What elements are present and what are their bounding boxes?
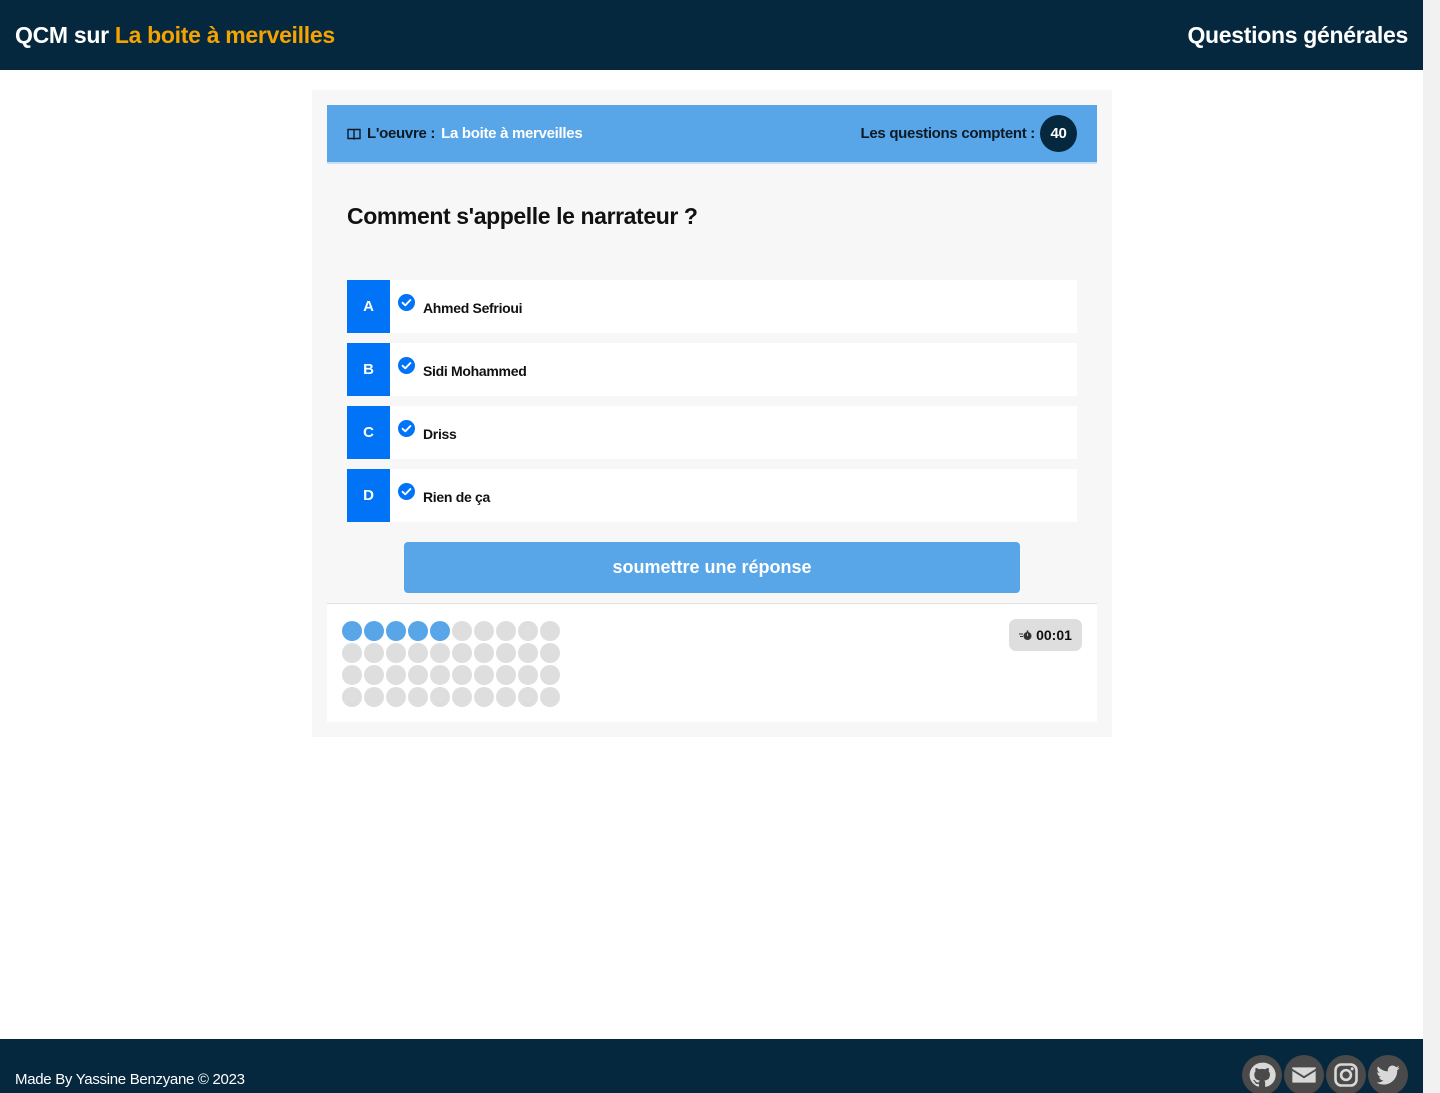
progress-dot	[342, 621, 362, 641]
progress-dot	[474, 687, 494, 707]
brand-prefix: QCM sur	[15, 21, 109, 48]
progress-dot	[408, 643, 428, 663]
page-footer: Made By Yassine Benzyane © 2023	[0, 1039, 1423, 1093]
progress-dot	[408, 665, 428, 685]
instagram-icon	[1334, 1063, 1358, 1087]
timer-value: 00:01	[1036, 627, 1072, 643]
progress-dot	[474, 665, 494, 685]
progress-dot	[386, 687, 406, 707]
answer-option-d[interactable]: D Rien de ça	[347, 469, 1077, 522]
progress-dot	[364, 665, 384, 685]
progress-dot	[364, 621, 384, 641]
check-circle-icon	[398, 420, 415, 437]
progress-dot	[430, 665, 450, 685]
progress-dot	[518, 665, 538, 685]
quiz-card: L'oeuvre : La boite à merveilles Les que…	[312, 90, 1112, 737]
progress-dot	[496, 665, 516, 685]
twitter-icon	[1376, 1065, 1400, 1085]
progress-dot	[452, 621, 472, 641]
count-label: Les questions comptent :	[860, 125, 1036, 142]
answer-text: Driss	[423, 426, 457, 442]
submit-answer-button[interactable]: soumettre une réponse	[404, 542, 1020, 593]
progress-dot	[408, 621, 428, 641]
twitter-link[interactable]	[1368, 1055, 1408, 1093]
check-circle-icon	[398, 357, 415, 374]
progress-dot	[496, 687, 516, 707]
answer-letter: D	[347, 469, 390, 522]
brand-title[interactable]: QCM sur La boite à merveilles	[15, 22, 335, 49]
github-icon	[1249, 1062, 1276, 1087]
social-links	[1242, 1055, 1408, 1093]
progress-dot	[540, 665, 560, 685]
progress-dot	[342, 643, 362, 663]
progress-dot	[540, 643, 560, 663]
scrollbar-track[interactable]	[1423, 0, 1440, 1093]
progress-dot	[518, 643, 538, 663]
brand-work: La boite à merveilles	[114, 21, 335, 48]
check-circle-icon	[398, 294, 415, 311]
timer: 00:01	[1009, 619, 1082, 651]
progress-dot	[342, 665, 362, 685]
progress-dot	[540, 687, 560, 707]
answer-letter: A	[347, 280, 390, 333]
progress-dot	[430, 621, 450, 641]
question-text: Comment s'appelle le narrateur ?	[347, 203, 698, 229]
progress-dot	[452, 665, 472, 685]
answer-text: Ahmed Sefrioui	[423, 300, 523, 316]
answer-option-b[interactable]: B Sidi Mohammed	[347, 343, 1077, 396]
top-header: QCM sur La boite à merveilles Questions …	[0, 0, 1423, 70]
footer-credit: Made By Yassine Benzyane © 2023	[15, 1071, 245, 1088]
instagram-link[interactable]	[1326, 1055, 1366, 1093]
progress-dot	[496, 643, 516, 663]
book-icon	[347, 128, 361, 140]
progress-dot	[342, 687, 362, 707]
question-progress-grid	[342, 621, 560, 707]
progress-dot	[540, 621, 560, 641]
section-title: Questions générales	[1187, 21, 1408, 48]
answer-option-a[interactable]: A Ahmed Sefrioui	[347, 280, 1077, 333]
stopwatch-icon	[1019, 630, 1032, 640]
check-circle-icon	[398, 483, 415, 500]
page: QCM sur La boite à merveilles Questions …	[0, 0, 1423, 1093]
progress-dot	[386, 621, 406, 641]
answer-list: A Ahmed Sefrioui B Sidi Mohammed C Driss…	[347, 280, 1077, 532]
question-count: Les questions comptent : 40	[860, 115, 1077, 152]
progress-dot	[518, 621, 538, 641]
quiz-info-bar: L'oeuvre : La boite à merveilles Les que…	[327, 105, 1097, 164]
progress-dot	[474, 643, 494, 663]
work-title: La boite à merveilles	[441, 125, 583, 142]
email-link[interactable]	[1284, 1055, 1324, 1093]
work-info: L'oeuvre : La boite à merveilles	[347, 125, 583, 142]
answer-text: Sidi Mohammed	[423, 363, 527, 379]
progress-dot	[518, 687, 538, 707]
answer-option-c[interactable]: C Driss	[347, 406, 1077, 459]
answer-text: Rien de ça	[423, 489, 491, 505]
envelope-icon	[1292, 1067, 1316, 1083]
answer-letter: C	[347, 406, 390, 459]
progress-dot	[364, 687, 384, 707]
count-badge: 40	[1040, 115, 1077, 152]
progress-dot	[386, 643, 406, 663]
progress-dot	[430, 687, 450, 707]
github-link[interactable]	[1242, 1055, 1282, 1093]
progress-dot	[364, 643, 384, 663]
progress-dot	[452, 643, 472, 663]
quiz-progress-area: 00:01	[327, 603, 1097, 722]
answer-letter: B	[347, 343, 390, 396]
progress-dot	[452, 687, 472, 707]
progress-dot	[386, 665, 406, 685]
work-label: L'oeuvre :	[367, 125, 436, 142]
progress-dot	[496, 621, 516, 641]
progress-dot	[430, 643, 450, 663]
progress-dot	[408, 687, 428, 707]
progress-dot	[474, 621, 494, 641]
